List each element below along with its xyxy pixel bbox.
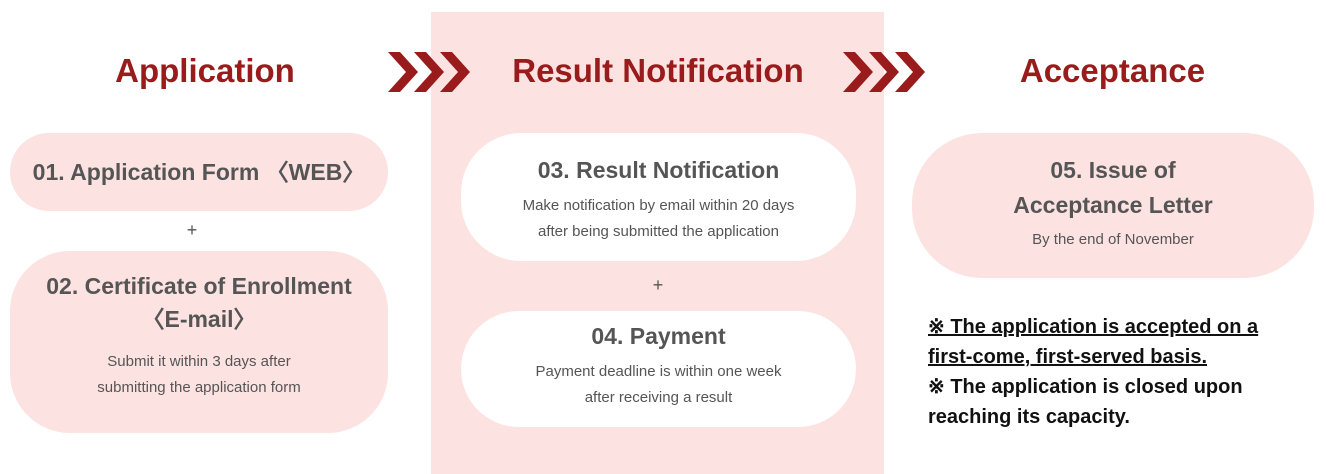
step-03-card: 03. Result Notification Make notificatio… — [461, 133, 856, 261]
step-02-desc-line2: submitting the application form — [97, 379, 301, 396]
heading-application: Application — [115, 52, 295, 89]
step-02-title-line2: 〈E-mail〉 — [141, 306, 257, 332]
heading-acceptance: Acceptance — [1019, 52, 1206, 89]
step-02-desc-line1: Submit it within 3 days after — [107, 353, 291, 370]
step-05-title-line1: 05. Issue of — [1050, 157, 1176, 183]
note-2-line2: reaching its capacity. — [928, 406, 1130, 428]
step-01-card: 01. Application Form 〈WEB〉 — [10, 133, 388, 211]
step-02-card: 02. Certificate of Enrollment 〈E-mail〉 S… — [10, 251, 388, 433]
step-03-desc-line1: Make notification by email within 20 day… — [522, 197, 795, 214]
notes: ※ The application is accepted on a first… — [928, 312, 1326, 432]
heading-result-notification: Result Notification — [512, 52, 804, 89]
chevrons-right-icon — [388, 52, 470, 92]
step-05-card: 05. Issue of Acceptance Letter By the en… — [912, 133, 1314, 278]
step-03-title: 03. Result Notification — [537, 157, 780, 183]
note-2-line1: ※ The application is closed upon — [928, 376, 1243, 398]
step-04-desc-line1: Payment deadline is within one week — [535, 363, 782, 380]
plus-sign: + — [652, 275, 664, 295]
step-04-desc-line2: after receiving a result — [584, 389, 733, 406]
step-03-desc-line2: after being submitted the application — [538, 223, 779, 240]
step-01-title: 01. Application Form 〈WEB〉 — [32, 159, 366, 185]
step-04-title: 04. Payment — [591, 323, 726, 349]
step-02-title-line1: 02. Certificate of Enrollment — [46, 273, 352, 299]
chevrons-right-icon — [843, 52, 925, 92]
step-05-desc: By the end of November — [1032, 231, 1194, 248]
plus-sign: + — [186, 220, 198, 240]
note-1-line1: ※ The application is accepted on a — [928, 316, 1259, 338]
note-1-line2: first-come, first-served basis. — [928, 346, 1207, 368]
step-05-title-line2: Acceptance Letter — [1013, 192, 1213, 218]
step-04-card: 04. Payment Payment deadline is within o… — [461, 311, 856, 427]
